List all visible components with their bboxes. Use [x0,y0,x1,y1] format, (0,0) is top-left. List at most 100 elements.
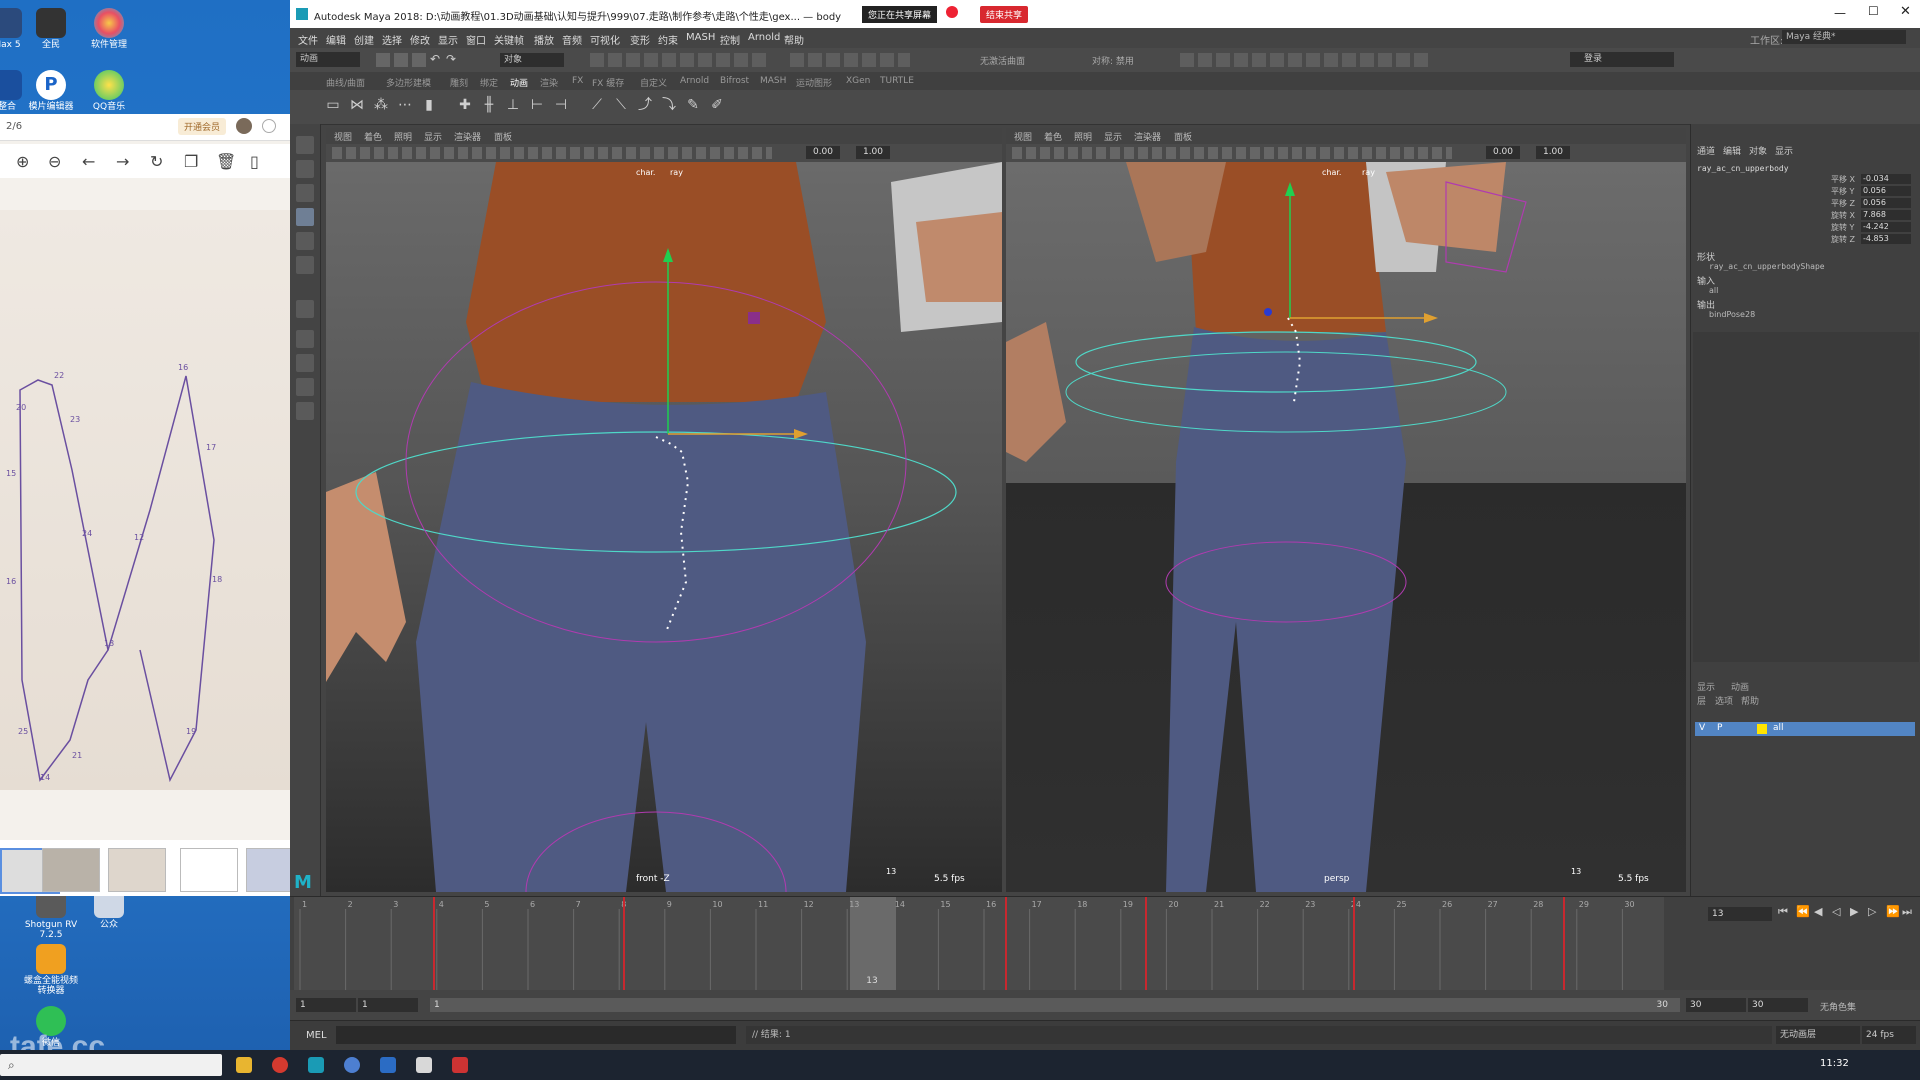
vp-menu-renderer[interactable]: 渲染器 [454,130,481,143]
object-select[interactable]: 对象 [500,53,564,67]
selection-mask-icons[interactable] [590,53,770,67]
paint-weights-icon[interactable]: ▮ [420,96,438,114]
app-icon[interactable] [380,1057,396,1073]
menu-select[interactable]: 选择 [382,32,402,47]
browser-icon[interactable] [272,1057,288,1073]
vp-menu-show[interactable]: 显示 [424,130,442,143]
menu-edit[interactable]: 编辑 [326,32,346,47]
layer-playback-toggle[interactable]: P [1717,723,1722,733]
character-set-select[interactable]: 无角色集 [1820,1000,1856,1013]
viewport-front[interactable]: 视图 着色 照明 显示 渲染器 面板 0.00 1.00 char. ray f… [326,128,1002,892]
desktop-icon-image-editor[interactable]: P 模片编辑器 [24,70,78,112]
scale-tool-icon[interactable] [296,256,314,274]
bind-skin-icon[interactable]: ⋯ [396,96,414,114]
blend-icon[interactable]: ⤴ [636,96,654,114]
viewport-persp[interactable]: 视图 着色 照明 显示 渲染器 面板 0.00 1.00 char. ray p… [1006,128,1686,892]
menu-audio[interactable]: 音频 [562,32,582,47]
next-arrow-icon[interactable]: → [116,152,129,171]
vp-menu-shading[interactable]: 着色 [1044,130,1062,143]
minimize-icon[interactable]: — [1834,6,1846,20]
go-to-start-icon[interactable]: ⏮ [1778,905,1788,919]
rotate-tool-icon[interactable] [296,232,314,250]
menu-file[interactable]: 文件 [298,32,318,47]
channel-tab[interactable]: 编辑 [1723,144,1741,157]
thumbnail[interactable] [108,848,166,892]
attribute-row[interactable]: 平移 Z 0.056 [1831,198,1917,209]
playback-start-field[interactable]: 1 [358,998,418,1012]
shelf-tab[interactable]: Arnold [680,76,709,86]
menu-mash[interactable]: MASH [686,32,715,43]
attribute-row[interactable]: 平移 Y 0.056 [1831,186,1917,197]
timeline-track[interactable]: 1234567891011121314151617181920212223242… [294,897,1684,991]
layout-two-icon[interactable] [296,378,314,396]
menu-playback[interactable]: 播放 [534,32,554,47]
step-back-icon[interactable]: ◀ [1814,905,1822,918]
menu-visualize[interactable]: 可视化 [590,32,620,47]
menu-help[interactable]: 帮助 [784,32,804,47]
layer-menu[interactable]: 选项 [1715,694,1733,707]
paint-select-tool-icon[interactable] [296,184,314,202]
last-tool-icon[interactable] [296,300,314,318]
app-icon[interactable] [452,1057,468,1073]
maya-taskbar-icon[interactable] [308,1057,324,1073]
vp-menu-view[interactable]: 视图 [334,130,352,143]
step-back-key-icon[interactable]: ⏪ [1796,905,1810,918]
settings-icon[interactable] [262,119,276,133]
wire-icon[interactable]: ✐ [708,96,726,114]
maximize-icon[interactable]: ☐ [1868,4,1879,18]
attribute-row[interactable]: 旋转 Y -4.242 [1831,222,1917,233]
start-time-field[interactable]: 1 [296,998,356,1012]
shelf-tab[interactable]: XGen [846,76,870,86]
shelf-tab[interactable]: 多边形建模 [386,76,431,89]
attribute-row[interactable]: 旋转 Z -4.853 [1831,234,1917,245]
menu-modify[interactable]: 修改 [410,32,430,47]
layer-menu[interactable]: 层 [1697,694,1706,707]
vp-menu-panels[interactable]: 面板 [1174,130,1192,143]
copy-icon[interactable]: ❐ [184,152,198,171]
file-explorer-icon[interactable] [236,1057,252,1073]
desktop-icon-software-manager[interactable]: 软件管理 [82,8,136,50]
open-member-button[interactable]: 开通会员 [178,118,227,135]
thumbnail[interactable] [180,848,238,892]
play-forward-icon[interactable]: ▶ [1850,905,1858,918]
constraint-icon[interactable]: ╫ [480,96,498,114]
menu-arnold[interactable]: Arnold [748,32,780,43]
shelf-tab[interactable]: FX 缓存 [592,76,624,89]
layer-tab-anim[interactable]: 动画 [1731,680,1749,693]
menu-control[interactable]: 控制 [720,32,740,47]
previous-arrow-icon[interactable]: ← [82,152,95,171]
shelf-tab-active[interactable]: 动画 [510,76,528,89]
vp-menu-view[interactable]: 视图 [1014,130,1032,143]
layout-single-icon[interactable] [296,330,314,348]
vp-menu-renderer[interactable]: 渲染器 [1134,130,1161,143]
menu-constrain[interactable]: 约束 [658,32,678,47]
avatar[interactable] [236,118,252,134]
current-frame-field[interactable]: 13 [1708,907,1772,921]
open-scene-icon[interactable] [394,53,408,67]
new-scene-icon[interactable] [376,53,390,67]
viewport-scene[interactable]: char. ray front -Z 13 5.5 fps [326,162,1002,892]
step-forward-icon[interactable]: ▷ [1868,905,1876,918]
layer-color-swatch[interactable] [1757,724,1767,734]
joint-icon[interactable]: ⁂ [372,96,390,114]
vp-menu-panels[interactable]: 面板 [494,130,512,143]
viewport-scene[interactable]: char. ray persp 13 5.5 fps [1006,162,1686,892]
workspace-select[interactable]: Maya 经典* [1782,30,1906,44]
gamma-field[interactable]: 1.00 [856,146,890,159]
desktop-icon-video-converter[interactable]: 螺盒全能视频转换器 [24,944,78,996]
close-icon[interactable]: ✕ [1900,4,1911,19]
shelf-tab[interactable]: 自定义 [640,76,667,89]
login-button[interactable]: 登录 [1570,52,1674,67]
locator-icon[interactable]: ✚ [456,96,474,114]
layout-four-icon[interactable] [296,354,314,372]
app-icon[interactable] [344,1057,360,1073]
channel-tab[interactable]: 对象 [1749,144,1767,157]
save-scene-icon[interactable] [412,53,426,67]
orient-constraint-icon[interactable]: ⊣ [552,96,570,114]
shelf-tab[interactable]: MASH [760,76,786,86]
vp-menu-shading[interactable]: 着色 [364,130,382,143]
go-to-end-icon[interactable]: ⏭ [1902,905,1912,919]
channel-tab[interactable]: 通道 [1697,144,1715,157]
menu-create[interactable]: 创建 [354,32,374,47]
shelf-tab[interactable]: 渲染 [540,76,558,89]
